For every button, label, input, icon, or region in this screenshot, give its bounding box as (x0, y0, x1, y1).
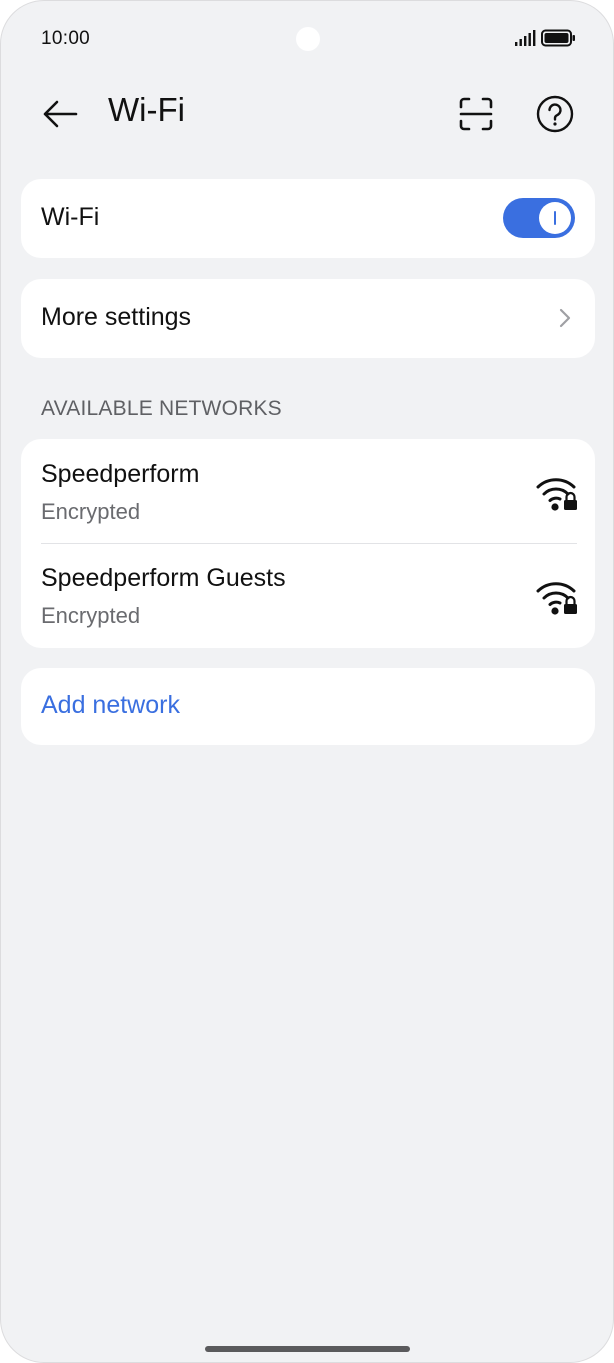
add-network-card: Add network (21, 668, 595, 745)
network-list: Speedperform Encrypted Speedperform Gues… (21, 439, 595, 648)
network-security-status: Encrypted (41, 499, 141, 524)
toggle-knob (539, 202, 571, 234)
back-arrow-icon (43, 100, 78, 128)
chevron-right-icon (559, 308, 571, 328)
phone-screen: 10:00 Wi-Fi Wi-Fi More settings AVAILABL… (0, 0, 614, 1363)
page-title: Wi-Fi (108, 91, 185, 128)
battery-icon (541, 29, 575, 47)
wifi-lock-icon (536, 478, 577, 511)
network-name: Speedperform (41, 460, 200, 488)
scan-button[interactable] (453, 91, 499, 137)
camera-cutout (296, 27, 320, 51)
help-button[interactable] (532, 91, 578, 137)
add-network-button[interactable]: Add network (41, 691, 180, 720)
scan-icon (459, 97, 493, 131)
status-time: 10:00 (41, 28, 91, 49)
app-header: Wi-Fi (1, 77, 613, 149)
available-networks-header: AVAILABLE NETWORKS (41, 397, 282, 420)
wifi-toggle-label: Wi-Fi (41, 203, 100, 231)
status-bar: 10:00 (1, 1, 613, 77)
home-indicator[interactable] (205, 1346, 410, 1352)
network-name: Speedperform Guests (41, 564, 286, 592)
signal-icon (515, 30, 536, 46)
back-button[interactable] (37, 91, 83, 137)
network-item-speedperform-guests[interactable]: Speedperform Guests Encrypted (21, 543, 595, 647)
wifi-lock-icon (536, 582, 577, 615)
help-icon (536, 95, 574, 133)
network-security-status: Encrypted (41, 603, 141, 628)
more-settings-label: More settings (41, 303, 192, 331)
wifi-toggle-card: Wi-Fi (21, 179, 595, 258)
wifi-toggle-switch[interactable] (503, 198, 575, 238)
network-item-speedperform[interactable]: Speedperform Encrypted (21, 439, 595, 544)
more-settings-row[interactable]: More settings (21, 279, 595, 358)
